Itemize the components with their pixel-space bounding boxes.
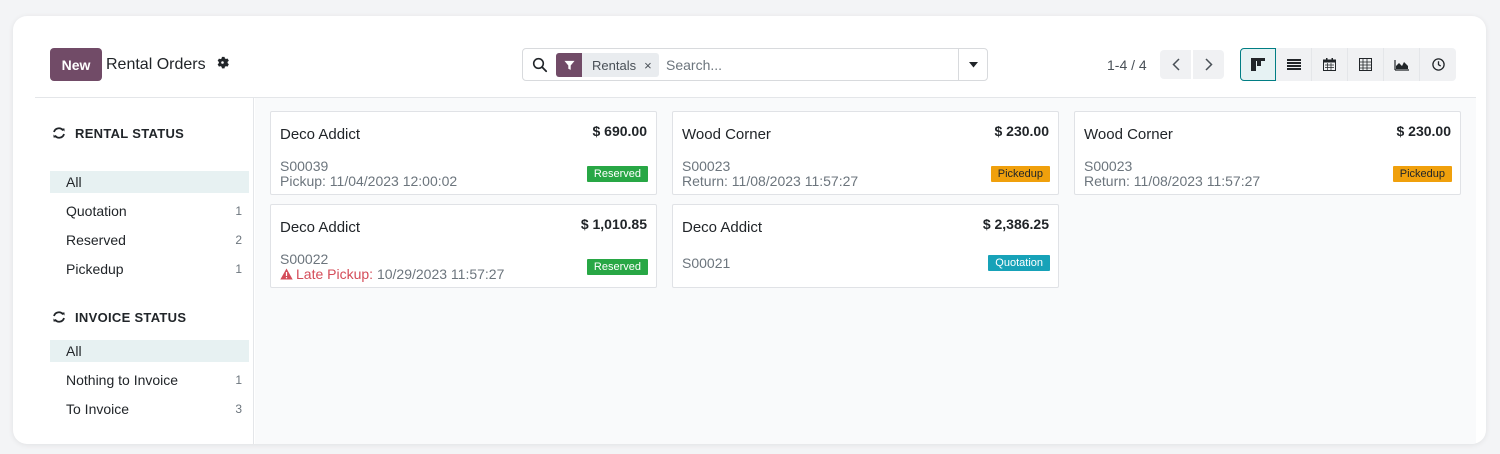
search-panel: RENTAL STATUS All Quotation 1 Reserved 2… <box>35 98 254 444</box>
view-kanban-button[interactable] <box>1240 48 1276 81</box>
status-badge: Reserved <box>586 259 648 275</box>
card-amount: $ 1,010.85 <box>580 216 647 232</box>
pivot-table-icon <box>1359 58 1372 71</box>
search-options-toggle[interactable] <box>958 49 987 80</box>
kanban-card[interactable]: Wood Corner $ 230.00 S00023 Return: 11/0… <box>1074 111 1461 195</box>
list-icon <box>1286 59 1301 70</box>
view-activity-button[interactable] <box>1420 48 1456 81</box>
calendar-icon <box>1323 58 1336 71</box>
view-calendar-button[interactable] <box>1312 48 1348 81</box>
view-pivot-button[interactable] <box>1348 48 1384 81</box>
kanban-icon <box>1251 58 1265 71</box>
search-icon[interactable] <box>532 57 548 73</box>
card-date-line: Late Pickup: 10/29/2023 11:57:27 <box>280 266 504 282</box>
card-customer: Deco Addict <box>280 126 361 143</box>
filter-invoice-nothing[interactable]: Nothing to Invoice 1 <box>50 369 249 391</box>
view-graph-button[interactable] <box>1384 48 1420 81</box>
status-badge: Pickedup <box>990 166 1050 182</box>
invoice-status-header: INVOICE STATUS <box>52 308 186 326</box>
filter-invoice-all[interactable]: All <box>50 340 249 362</box>
card-amount: $ 2,386.25 <box>982 216 1049 232</box>
search-input[interactable] <box>666 53 956 77</box>
filter-rental-pickedup[interactable]: Pickedup 1 <box>50 258 249 280</box>
filter-rental-reserved[interactable]: Reserved 2 <box>50 229 249 251</box>
card-amount: $ 230.00 <box>994 123 1050 139</box>
view-switcher <box>1240 48 1456 81</box>
card-reference: S00039 <box>280 158 329 174</box>
search-facet: Rentals × <box>556 53 659 77</box>
view-list-button[interactable] <box>1276 48 1312 81</box>
late-pickup-label: Late Pickup: <box>296 266 374 282</box>
status-icon <box>53 127 65 139</box>
status-badge: Pickedup <box>1392 166 1452 182</box>
card-reference: S00023 <box>682 158 731 174</box>
card-date-line: Return: 11/08/2023 11:57:27 <box>682 173 859 189</box>
facet-label: Rentals <box>592 57 637 73</box>
facet-remove-button[interactable]: × <box>642 53 659 77</box>
card-reference: S00023 <box>1084 158 1133 174</box>
pager-next-button[interactable] <box>1193 50 1224 79</box>
search-box: Rentals × <box>522 48 988 81</box>
card-customer: Wood Corner <box>1084 126 1173 143</box>
page-title: Rental Orders <box>106 56 206 73</box>
card-amount: $ 690.00 <box>592 123 648 139</box>
filter-invoice-to-invoice[interactable]: To Invoice 3 <box>50 398 249 420</box>
kanban-view: Deco Addict $ 690.00 S00039 Pickup: 11/0… <box>255 98 1476 444</box>
new-button[interactable]: New <box>50 48 102 81</box>
chevron-left-icon <box>1171 58 1180 71</box>
clock-icon <box>1431 58 1445 71</box>
pager-previous-button[interactable] <box>1160 50 1191 79</box>
kanban-card[interactable]: Deco Addict $ 1,010.85 S00022 Late Picku… <box>270 204 657 288</box>
gear-icon[interactable] <box>214 54 230 70</box>
card-date-line: Return: 11/08/2023 11:57:27 <box>1084 173 1261 189</box>
card-customer: Deco Addict <box>682 219 763 236</box>
card-amount: $ 230.00 <box>1396 123 1452 139</box>
filter-rental-all[interactable]: All <box>50 171 249 193</box>
kanban-card[interactable]: Deco Addict $ 2,386.25 S00021 Quotation <box>672 204 1059 288</box>
status-badge: Reserved <box>586 166 648 182</box>
filter-icon <box>556 53 582 77</box>
kanban-card[interactable]: Deco Addict $ 690.00 S00039 Pickup: 11/0… <box>270 111 657 195</box>
card-date-line: Pickup: 11/04/2023 12:00:02 <box>280 173 458 189</box>
kanban-card[interactable]: Wood Corner $ 230.00 S00023 Return: 11/0… <box>672 111 1059 195</box>
card-customer: Deco Addict <box>280 219 361 236</box>
filter-rental-quotation[interactable]: Quotation 1 <box>50 200 249 222</box>
app-window: New Rental Orders Rentals × 1-4 / 4 <box>13 16 1486 444</box>
rental-status-header: RENTAL STATUS <box>52 124 184 142</box>
status-icon <box>53 311 65 323</box>
area-chart-icon <box>1394 59 1409 71</box>
caret-down-icon <box>968 61 978 67</box>
pager-value[interactable]: 1-4 / 4 <box>1107 57 1147 73</box>
warning-icon <box>280 268 293 280</box>
card-reference: S00022 <box>280 251 329 267</box>
card-customer: Wood Corner <box>682 126 771 143</box>
status-badge: Quotation <box>988 255 1050 271</box>
chevron-right-icon <box>1204 58 1213 71</box>
card-reference: S00021 <box>682 255 731 271</box>
